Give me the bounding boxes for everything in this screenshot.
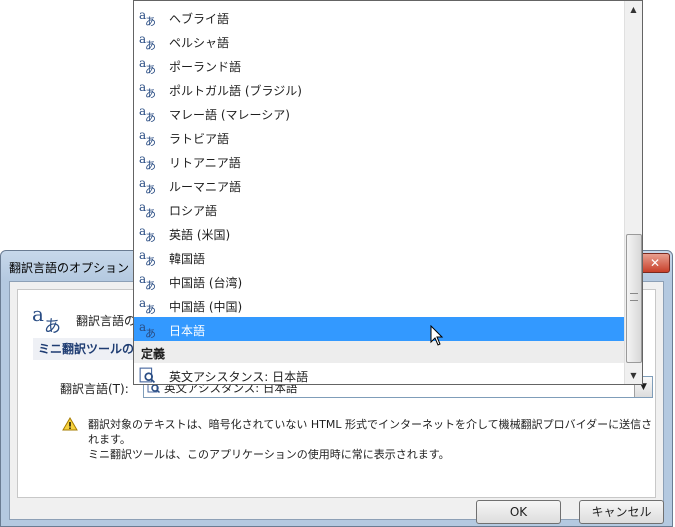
list-item[interactable]: aあ ラトビア語	[134, 125, 626, 149]
list-item-label: 中国語 (中国)	[169, 300, 243, 314]
list-item-label: ロシア語	[169, 204, 218, 218]
list-item[interactable]: aあ 中国語 (中国)	[134, 293, 626, 317]
list-item-label: 英文アシスタンス: 日本語	[169, 370, 309, 384]
translate-icon: aあ	[139, 8, 156, 28]
list-item-label: ポーランド語	[169, 60, 242, 74]
vertical-scrollbar[interactable]: ▲ ▼	[624, 1, 642, 384]
translate-icon: aあ	[139, 296, 156, 316]
warning-message: 翻訳対象のテキストは、暗号化されていない HTML 形式でインターネットを介して…	[88, 417, 658, 462]
list-item[interactable]: aあ ヘブライ語	[134, 5, 626, 29]
cancel-button[interactable]: キャンセル	[579, 500, 664, 524]
list-item[interactable]: aあ ポーランド語	[134, 53, 626, 77]
list-item-label: リトアニア語	[169, 156, 241, 170]
dictionary-icon	[139, 367, 156, 383]
scroll-down-button[interactable]: ▼	[625, 367, 642, 384]
list-item[interactable]: aあ 韓国語	[134, 245, 626, 269]
list-item-label: ポルトガル語 (ブラジル)	[169, 84, 302, 98]
translate-icon: aあ	[139, 32, 156, 52]
translate-icon: aあ	[139, 104, 156, 124]
list-item-label: ペルシャ語	[169, 36, 230, 50]
list-item[interactable]: aあ マレー語 (マレーシア)	[134, 101, 626, 125]
list-item[interactable]: aあ ペルシャ語	[134, 29, 626, 53]
translate-icon: aあ	[139, 320, 156, 340]
warning-line-1: 翻訳対象のテキストは、暗号化されていない HTML 形式でインターネットを介して…	[88, 418, 653, 446]
mouse-pointer-icon	[430, 325, 444, 346]
list-item[interactable]: aあ リトアニア語	[134, 149, 626, 173]
list-item-label: ルーマニア語	[169, 180, 242, 194]
header-text: 翻訳言語の	[76, 314, 137, 328]
ok-button[interactable]: OK	[476, 500, 561, 524]
list-item[interactable]: 英文アシスタンス: 日本語	[134, 363, 626, 387]
translate-icon: aあ	[139, 224, 156, 244]
translate-icon: aあ	[139, 200, 156, 220]
language-dropdown-list[interactable]: aあ ヘブライ語 aあ ペルシャ語 aあ ポーランド語 aあ ポルトガル語 (ブ…	[133, 0, 643, 385]
group-header: 定義	[134, 341, 626, 363]
translate-icon: aあ	[139, 128, 156, 148]
warning-line-2: ミニ翻訳ツールは、このアプリケーションの使用時に常に表示されます。	[88, 448, 450, 461]
chevron-up-icon: ▲	[630, 5, 637, 14]
list-item-label: 日本語	[169, 324, 206, 338]
scroll-up-button[interactable]: ▲	[625, 1, 642, 18]
scrollbar-thumb[interactable]	[626, 234, 642, 363]
translation-language-label: 翻訳言語(T):	[60, 382, 129, 396]
dialog-title: 翻訳言語のオプション	[9, 261, 130, 275]
list-item-label: 中国語 (台湾)	[169, 276, 243, 290]
warning-icon	[62, 417, 78, 431]
translate-icon: aあ	[139, 152, 156, 172]
list-item[interactable]: aあ ロシア語	[134, 197, 626, 221]
list-item-label: マレー語 (マレーシア)	[169, 108, 290, 122]
chevron-down-icon: ▼	[630, 371, 637, 380]
translate-icon: aあ	[139, 56, 156, 76]
translate-icon: aあ	[139, 248, 156, 268]
list-item-label: 韓国語	[169, 252, 206, 266]
list-item-label: 英語 (米国)	[169, 228, 231, 242]
list-item-selected[interactable]: aあ 日本語	[134, 317, 626, 341]
translate-icon: aあ	[139, 80, 156, 100]
list-item-label: ラトビア語	[169, 132, 230, 146]
list-item[interactable]: aあ 中国語 (台湾)	[134, 269, 626, 293]
list-item-label: ヘブライ語	[169, 12, 230, 26]
translate-icon: aあ	[139, 176, 156, 196]
grip-icon	[630, 293, 638, 301]
list-item[interactable]: aあ 英語 (米国)	[134, 221, 626, 245]
translate-icon: aあ	[139, 272, 156, 292]
translate-icon: aあ	[32, 302, 61, 337]
group-header-label: 定義	[141, 347, 166, 361]
list-item[interactable]: aあ ルーマニア語	[134, 173, 626, 197]
close-button[interactable]: ✕	[640, 253, 670, 273]
list-item[interactable]: aあ ポルトガル語 (ブラジル)	[134, 77, 626, 101]
